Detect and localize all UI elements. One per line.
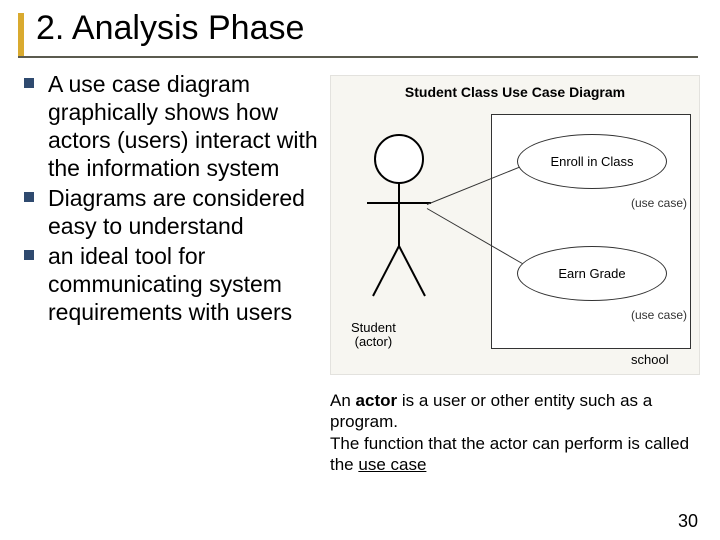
system-boundary-label: school bbox=[631, 352, 669, 367]
list-item: A use case diagram graphically shows how… bbox=[20, 70, 325, 182]
bullet-list: A use case diagram graphically shows how… bbox=[20, 70, 325, 328]
actor-label: Student (actor) bbox=[351, 321, 396, 350]
use-case-tag: (use case) bbox=[631, 196, 687, 210]
use-case-label: Earn Grade bbox=[558, 266, 625, 281]
page-number: 30 bbox=[678, 511, 698, 532]
bullet-icon bbox=[24, 78, 34, 88]
bullet-icon bbox=[24, 192, 34, 202]
page-title: 2. Analysis Phase bbox=[18, 10, 702, 47]
diagram-caption: An actor is a user or other entity such … bbox=[330, 390, 705, 475]
bullet-icon bbox=[24, 250, 34, 260]
use-case-diagram: Student Class Use Case Diagram school En… bbox=[330, 75, 700, 375]
use-case-label: Enroll in Class bbox=[550, 154, 633, 169]
use-case-tag: (use case) bbox=[631, 308, 687, 322]
use-case-ellipse: Enroll in Class bbox=[517, 134, 667, 189]
list-item: an ideal tool for communicating system r… bbox=[20, 242, 325, 326]
bullet-text: Diagrams are considered easy to understa… bbox=[48, 184, 325, 240]
diagram-title: Student Class Use Case Diagram bbox=[331, 84, 699, 100]
actor-stick-figure bbox=[359, 131, 439, 321]
list-item: Diagrams are considered easy to understa… bbox=[20, 184, 325, 240]
title-accent-bar bbox=[18, 13, 24, 57]
bullet-text: A use case diagram graphically shows how… bbox=[48, 70, 325, 182]
use-case-ellipse: Earn Grade bbox=[517, 246, 667, 301]
bullet-text: an ideal tool for communicating system r… bbox=[48, 242, 325, 326]
title-underline bbox=[18, 56, 698, 58]
